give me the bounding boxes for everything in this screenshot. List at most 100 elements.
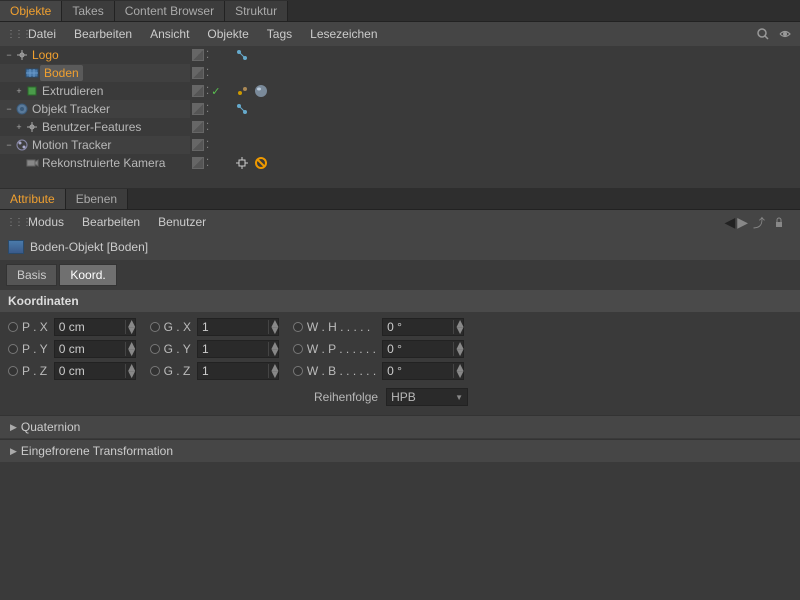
input-py[interactable] — [55, 342, 125, 356]
anim-dot-icon[interactable] — [8, 366, 18, 376]
tag-forbidden-icon[interactable] — [253, 155, 269, 171]
visibility-toggle[interactable] — [192, 67, 204, 79]
input-px[interactable] — [55, 320, 125, 334]
input-gx[interactable] — [198, 320, 268, 334]
section-quaternion[interactable]: ▶ Quaternion — [0, 415, 800, 438]
spinner-icon[interactable]: ▲▼ — [268, 320, 278, 334]
nav-back-icon[interactable]: ◀ — [724, 214, 735, 231]
spinner-icon[interactable]: ▲▼ — [125, 364, 135, 378]
input-pz[interactable] — [55, 364, 125, 378]
tree-row-objekt-tracker[interactable]: − Objekt Tracker — [0, 100, 190, 118]
anim-dot-icon[interactable] — [150, 344, 160, 354]
layer-dots-icon[interactable]: ⁚ — [206, 140, 209, 151]
spinner-icon[interactable]: ▲▼ — [268, 342, 278, 356]
tab-struktur[interactable]: Struktur — [225, 1, 288, 21]
tree-label[interactable]: Extrudieren — [40, 84, 103, 98]
menu-bearbeiten-2[interactable]: Bearbeiten — [74, 212, 148, 232]
layer-dots-icon[interactable]: ⁚ — [206, 158, 209, 169]
lock-icon[interactable] — [770, 213, 788, 231]
tab-content-browser[interactable]: Content Browser — [115, 1, 225, 21]
tree-row-motion-tracker[interactable]: − Motion Tracker — [0, 136, 190, 154]
visibility-toggle[interactable] — [192, 103, 204, 115]
input-gz[interactable] — [198, 364, 268, 378]
field-wb[interactable]: ▲▼ — [382, 362, 464, 380]
expander-icon[interactable]: − — [4, 140, 14, 150]
drag-handle-icon[interactable]: ⋮⋮⋮ — [6, 217, 18, 228]
tree-label[interactable]: Rekonstruierte Kamera — [40, 156, 165, 170]
input-wb[interactable] — [383, 364, 453, 378]
search-icon[interactable] — [754, 25, 772, 43]
tag-constraint-icon[interactable] — [234, 47, 250, 63]
tab-objekte[interactable]: Objekte — [0, 1, 62, 21]
spinner-icon[interactable]: ▲▼ — [125, 342, 135, 356]
tab-attribute[interactable]: Attribute — [0, 189, 66, 209]
field-wh[interactable]: ▲▼ — [382, 318, 464, 336]
field-px[interactable]: ▲▼ — [54, 318, 136, 336]
anim-dot-icon[interactable] — [8, 344, 18, 354]
tag-constraint-icon[interactable] — [234, 101, 250, 117]
tree-label[interactable]: Boden — [40, 65, 83, 81]
anim-dot-icon[interactable] — [293, 366, 303, 376]
layer-dots-icon[interactable]: ⁚ — [206, 86, 209, 97]
layer-dots-icon[interactable]: ⁚ — [206, 104, 209, 115]
anim-dot-icon[interactable] — [150, 366, 160, 376]
checkmark-icon[interactable]: ✓ — [211, 85, 220, 98]
view-icon[interactable] — [776, 25, 794, 43]
visibility-toggle[interactable] — [192, 157, 204, 169]
visibility-toggle[interactable] — [192, 49, 204, 61]
drag-handle-icon[interactable]: ⋮⋮⋮ — [6, 29, 18, 40]
spinner-icon[interactable]: ▲▼ — [453, 364, 463, 378]
menu-tags[interactable]: Tags — [259, 24, 300, 44]
anim-dot-icon[interactable] — [293, 322, 303, 332]
input-gy[interactable] — [198, 342, 268, 356]
tree-row-logo[interactable]: − Logo — [0, 46, 190, 64]
nav-fwd-icon[interactable]: ▶ — [737, 214, 748, 231]
subtab-koord[interactable]: Koord. — [59, 264, 116, 286]
expander-icon[interactable]: − — [4, 50, 14, 60]
tree-row-boden[interactable]: Boden — [0, 64, 190, 82]
menu-modus[interactable]: Modus — [20, 212, 72, 232]
field-pz[interactable]: ▲▼ — [54, 362, 136, 380]
visibility-toggle[interactable] — [192, 121, 204, 133]
layer-dots-icon[interactable]: ⁚ — [206, 50, 209, 61]
menu-benutzer[interactable]: Benutzer — [150, 212, 214, 232]
menu-objekte[interactable]: Objekte — [199, 24, 256, 44]
tag-sphere-icon[interactable] — [253, 83, 269, 99]
tag-material-icon[interactable] — [234, 83, 250, 99]
spinner-icon[interactable]: ▲▼ — [453, 342, 463, 356]
layer-dots-icon[interactable]: ⁚ — [206, 68, 209, 79]
tree-row-rekonstruierte-kamera[interactable]: Rekonstruierte Kamera — [0, 154, 190, 172]
menu-datei[interactable]: Datei — [20, 24, 64, 44]
expander-icon[interactable]: + — [14, 122, 24, 132]
tree-label[interactable]: Objekt Tracker — [30, 102, 110, 116]
tab-ebenen[interactable]: Ebenen — [66, 189, 128, 209]
tab-takes[interactable]: Takes — [62, 1, 114, 21]
menu-ansicht[interactable]: Ansicht — [142, 24, 197, 44]
subtab-basis[interactable]: Basis — [6, 264, 57, 286]
anim-dot-icon[interactable] — [8, 322, 18, 332]
menu-lesezeichen[interactable]: Lesezeichen — [302, 24, 385, 44]
field-wp[interactable]: ▲▼ — [382, 340, 464, 358]
input-wp[interactable] — [383, 342, 453, 356]
tree-row-benutzer-features[interactable]: + Benutzer-Features — [0, 118, 190, 136]
nav-up-icon[interactable]: ⤴ — [750, 213, 768, 231]
spinner-icon[interactable]: ▲▼ — [453, 320, 463, 334]
section-eingefrorene-transformation[interactable]: ▶ Eingefrorene Transformation — [0, 439, 800, 462]
tree-label[interactable]: Motion Tracker — [30, 138, 111, 152]
spinner-icon[interactable]: ▲▼ — [268, 364, 278, 378]
anim-dot-icon[interactable] — [293, 344, 303, 354]
dropdown-reihenfolge[interactable]: HPB ▼ — [386, 388, 468, 406]
input-wh[interactable] — [383, 320, 453, 334]
anim-dot-icon[interactable] — [150, 322, 160, 332]
field-gx[interactable]: ▲▼ — [197, 318, 279, 336]
visibility-toggle[interactable] — [192, 85, 204, 97]
field-gz[interactable]: ▲▼ — [197, 362, 279, 380]
menu-bearbeiten[interactable]: Bearbeiten — [66, 24, 140, 44]
expander-icon[interactable]: − — [4, 104, 14, 114]
tree-label[interactable]: Benutzer-Features — [40, 120, 141, 134]
field-py[interactable]: ▲▼ — [54, 340, 136, 358]
tree-row-extrudieren[interactable]: + Extrudieren — [0, 82, 190, 100]
spinner-icon[interactable]: ▲▼ — [125, 320, 135, 334]
visibility-toggle[interactable] — [192, 139, 204, 151]
expander-icon[interactable]: + — [14, 86, 24, 96]
